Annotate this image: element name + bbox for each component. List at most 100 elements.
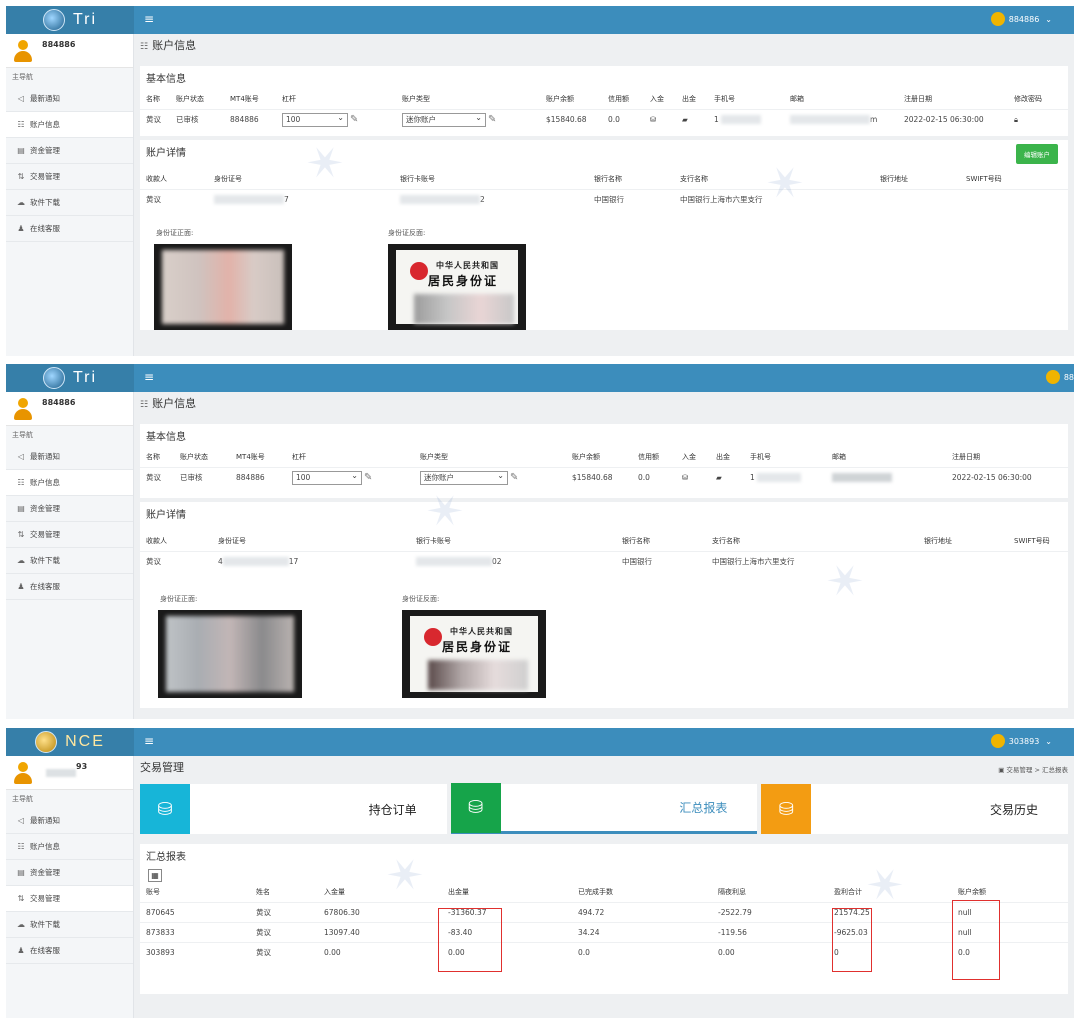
tile-label: 汇总报表	[679, 801, 728, 815]
cell-card-number: 2	[394, 188, 588, 209]
sidebar-item-trading[interactable]: ⇅ 交易管理	[6, 886, 133, 912]
table-row: 870645 黄议 67806.30 -31360.37 494.72 -252…	[140, 901, 1068, 922]
users-icon: ☷	[140, 400, 149, 410]
user-menu[interactable]: 88	[1045, 370, 1074, 384]
sidebar-item-funds[interactable]: ▤ 资金管理	[6, 138, 133, 164]
cloud-download-icon: ☁	[17, 920, 25, 929]
sidebar-item-support[interactable]: ♟ 在线客服	[6, 216, 133, 242]
id-card-front-image[interactable]	[154, 244, 292, 330]
sidebar-item-label: 资金管理	[30, 504, 60, 513]
leverage-select[interactable]: 100	[292, 470, 362, 485]
col-header: 出金量	[448, 887, 469, 896]
national-emblem-icon	[424, 628, 442, 646]
redacted-block	[400, 195, 480, 204]
lock-icon[interactable]: 🔒︎	[1014, 115, 1018, 124]
menu-toggle-icon[interactable]: ≡	[144, 370, 154, 384]
logo[interactable]: Tri	[6, 6, 134, 34]
national-emblem-icon	[410, 262, 428, 280]
withdraw-icon[interactable]: ▰	[682, 115, 688, 124]
users-icon: ☷	[17, 120, 25, 129]
calendar-icon[interactable]: ▦	[148, 869, 162, 882]
sidebar-item-notice[interactable]: ◁ 最新通知	[6, 86, 133, 112]
sidebar-item-support[interactable]: ♟ 在线客服	[6, 938, 133, 964]
sidebar-item-account[interactable]: ☷ 账户信息	[6, 470, 133, 496]
account-type-select[interactable]: 迷你账户	[402, 112, 486, 127]
leverage-select[interactable]: 100	[282, 112, 348, 127]
menu-toggle-icon[interactable]: ≡	[144, 12, 154, 26]
user-avatar-icon	[990, 12, 1005, 26]
chevron-down-icon: ⌄	[1045, 14, 1052, 24]
sidebar-item-account[interactable]: ☷ 账户信息	[6, 112, 133, 138]
sidebar-item-account[interactable]: ☷ 账户信息	[6, 834, 133, 860]
basic-info-box: 基本信息 名称 账户状态 MT4账号 杠杆 账户类型 账户余额 信用额 入金 出…	[140, 424, 1068, 498]
user-avatar-icon	[1045, 370, 1060, 384]
sidebar-item-trading[interactable]: ⇅ 交易管理	[6, 164, 133, 190]
sidebar-item-support[interactable]: ♟ 在线客服	[6, 574, 133, 600]
col-header: 已完成手数	[578, 887, 613, 896]
cell-phone: 1	[708, 108, 784, 130]
id-front-label: 身份证正面:	[156, 229, 194, 237]
id-card-back-image[interactable]: 中华人民共和国 居民身份证	[388, 244, 526, 330]
account-detail-box: 账户详情 收款人 身份证号 银行卡账号 银行名称 支行名称 银行地址 SWIFT…	[140, 502, 1068, 708]
user-menu[interactable]: 303893 ⌄	[990, 734, 1052, 748]
basic-info-box: 基本信息 名称 账户状态 MT4账号 杠杆 账户类型 账户余额 信用额 入金 出…	[140, 66, 1068, 136]
account-type-select[interactable]: 迷你账户	[420, 470, 508, 485]
edit-icon[interactable]: ✎	[488, 114, 496, 125]
phone-partial: 1	[714, 114, 719, 124]
tile-trade-history[interactable]: ⛁ 交易历史	[761, 784, 1069, 834]
users-icon: ☷	[140, 42, 149, 52]
id-front-label: 身份证正面:	[160, 595, 198, 603]
card-title-small: 中华人民共和国	[436, 260, 499, 270]
tile-open-orders[interactable]: ⛁ 持仓订单	[140, 784, 447, 834]
nce-logo-icon	[35, 731, 58, 753]
tile-summary-report[interactable]: ⛁ 汇总报表	[450, 782, 758, 834]
avatar	[14, 761, 32, 784]
cell-account: 873833	[140, 921, 250, 942]
deposit-icon[interactable]: ⛁	[682, 473, 688, 482]
database-check-icon: ⛁	[450, 782, 501, 833]
cell-bank-address	[918, 550, 1008, 571]
cell-card-number: 02	[410, 550, 616, 571]
cell-name: 黄议	[250, 921, 318, 942]
col-header: 银行卡账号	[400, 174, 435, 183]
globe-logo-icon	[42, 367, 65, 389]
sidebar-item-trading[interactable]: ⇅ 交易管理	[6, 522, 133, 548]
sidebar-item-label: 资金管理	[30, 868, 60, 877]
sidebar-item-funds[interactable]: ▤ 资金管理	[6, 496, 133, 522]
sidebar-item-download[interactable]: ☁ 软件下载	[6, 190, 133, 216]
edit-icon[interactable]: ✎	[364, 472, 372, 483]
top-header-bar: Tri ≡ 884886 ⌄	[6, 6, 1074, 34]
edit-icon[interactable]: ✎	[510, 472, 518, 483]
user-menu[interactable]: 884886 ⌄	[990, 12, 1052, 26]
summary-report-box: 汇总报表 ▦ 账号 姓名 入金量 出金量 已完成手数 隔夜利息 盈利合计 账户余…	[140, 844, 1068, 994]
menu-toggle-icon[interactable]: ≡	[144, 734, 154, 748]
sidebar-username: 884886	[42, 398, 76, 407]
cell-leverage: 100 ✎	[276, 108, 396, 130]
withdraw-icon[interactable]: ▰	[716, 473, 722, 482]
id-card-back-image[interactable]: 中华人民共和国 居民身份证	[402, 610, 546, 698]
cell-account: 870645	[140, 901, 250, 922]
sidebar-item-download[interactable]: ☁ 软件下载	[6, 548, 133, 574]
sidebar-user: 93	[6, 756, 133, 790]
edit-icon[interactable]: ✎	[350, 114, 358, 125]
sidebar-item-notice[interactable]: ◁ 最新通知	[6, 444, 133, 470]
cell-mt4: 884886	[224, 108, 276, 130]
col-header: 邮箱	[790, 94, 804, 103]
edit-account-button[interactable]: 编辑账户	[1016, 144, 1058, 164]
col-header: 账户余额	[546, 94, 574, 103]
table-row: 黄议 7 2 中国银行 中国银行上海市六里支行	[140, 188, 1068, 209]
id-card-front-image[interactable]	[158, 610, 302, 698]
cell-deposit: 0.00	[318, 941, 442, 962]
logo[interactable]: Tri	[6, 364, 134, 392]
breadcrumb-text[interactable]: 交易管理 > 汇总报表	[1006, 766, 1068, 774]
logo[interactable]: NCE	[6, 728, 134, 756]
megaphone-icon: ◁	[17, 452, 25, 461]
deposit-icon[interactable]: ⛁	[650, 115, 656, 124]
col-header: 身份证号	[214, 174, 242, 183]
col-header: 姓名	[256, 887, 270, 896]
redacted-block	[721, 115, 762, 125]
sidebar-item-download[interactable]: ☁ 软件下载	[6, 912, 133, 938]
sidebar-item-funds[interactable]: ▤ 资金管理	[6, 860, 133, 886]
col-header: 银行名称	[622, 536, 650, 545]
sidebar-item-notice[interactable]: ◁ 最新通知	[6, 808, 133, 834]
